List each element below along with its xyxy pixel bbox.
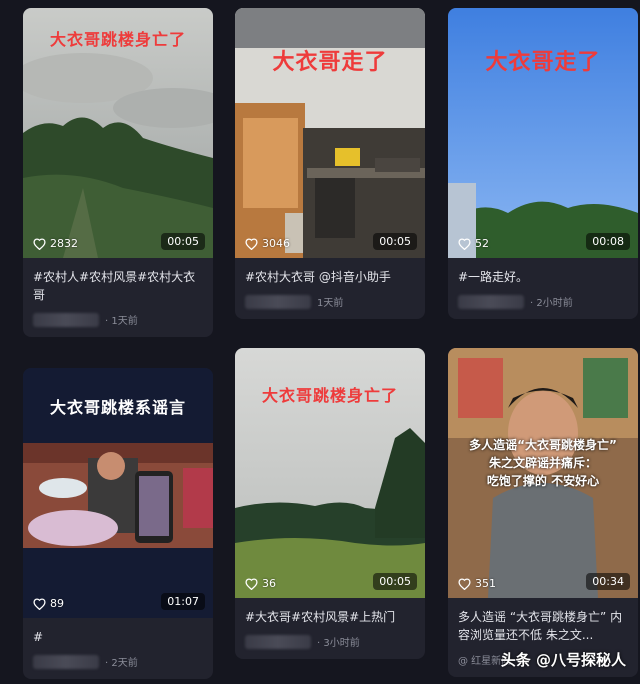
- toutiao-watermark: 头条 @八号探秘人: [500, 651, 626, 669]
- video-thumbnail[interactable]: 大衣哥跳楼身亡了 2832 00:05: [23, 8, 213, 258]
- author-name-blurred[interactable]: [245, 634, 311, 649]
- like-count: 52: [458, 237, 489, 250]
- author-name-blurred[interactable]: [33, 312, 99, 327]
- video-meta: · 1天前: [23, 304, 213, 337]
- video-duration: 00:05: [373, 573, 417, 590]
- like-count-value: 52: [475, 237, 489, 250]
- video-thumbnail[interactable]: 大衣哥走了 3046 00:05: [235, 8, 425, 258]
- thumbnail-headline: 多人造谣“大衣哥跳楼身亡” 朱之文辟谣并痛斥： 吃饱了撑的 不安好心: [448, 436, 638, 490]
- heart-icon: [245, 237, 258, 250]
- heart-icon: [245, 577, 258, 590]
- like-count: 3046: [245, 237, 290, 250]
- like-count: 36: [245, 577, 276, 590]
- thumbnail-title-text: 大衣哥走了: [272, 50, 388, 75]
- video-thumbnail[interactable]: 大衣哥跳楼系谣言 89 01:07: [23, 368, 213, 618]
- video-grid-page: 大衣哥跳楼身亡了 2832 00:05 #农村人#农村风景#农村大衣哥 · 1天…: [0, 0, 640, 684]
- video-card[interactable]: 多人造谣“大衣哥跳楼身亡” 朱之文辟谣并痛斥： 吃饱了撑的 不安好心 351 0…: [448, 348, 638, 677]
- publish-time: · 2天前: [105, 658, 138, 669]
- video-duration: 00:05: [161, 233, 205, 250]
- video-meta: · 2天前: [23, 646, 213, 679]
- author-name-blurred[interactable]: [245, 294, 311, 309]
- publish-time: 1天前: [317, 298, 344, 309]
- video-card[interactable]: 大衣哥走了 3046 00:05 #农村大衣哥 @抖音小助手 1天前: [235, 8, 425, 319]
- video-duration: 00:08: [586, 233, 630, 250]
- video-duration: 00:34: [586, 573, 630, 590]
- like-count-value: 3046: [262, 237, 290, 250]
- heart-icon: [458, 237, 471, 250]
- video-thumbnail[interactable]: 多人造谣“大衣哥跳楼身亡” 朱之文辟谣并痛斥： 吃饱了撑的 不安好心 351 0…: [448, 348, 638, 598]
- heart-icon: [33, 597, 46, 610]
- like-count-value: 2832: [50, 237, 78, 250]
- video-duration: 00:05: [373, 233, 417, 250]
- video-card[interactable]: 大衣哥跳楼身亡了 2832 00:05 #农村人#农村风景#农村大衣哥 · 1天…: [23, 8, 213, 337]
- video-card[interactable]: 大衣哥跳楼系谣言 89 01:07 # · 2天前: [23, 368, 213, 679]
- publish-time: · 2小时前: [530, 298, 573, 309]
- thumbnail-title-text: 大衣哥跳楼身亡了: [49, 30, 186, 49]
- video-caption[interactable]: #: [23, 618, 213, 646]
- video-meta: 1天前: [235, 286, 425, 319]
- publish-time: · 1天前: [105, 316, 138, 327]
- video-caption[interactable]: #农村大衣哥 @抖音小助手: [235, 258, 425, 286]
- like-count-value: 351: [475, 577, 496, 590]
- like-count: 89: [33, 597, 64, 610]
- video-duration: 01:07: [161, 593, 205, 610]
- video-meta: · 3小时前: [235, 626, 425, 659]
- video-thumbnail[interactable]: 大衣哥跳楼身亡了 36 00:05: [235, 348, 425, 598]
- video-thumbnail[interactable]: 大衣哥走了 52 00:08: [448, 8, 638, 258]
- heart-icon: [33, 237, 46, 250]
- like-count-value: 89: [50, 597, 64, 610]
- video-card[interactable]: 大衣哥跳楼身亡了 36 00:05 #大衣哥#农村风景#上热门 · 3小时前: [235, 348, 425, 659]
- thumbnail-title-text: 大衣哥走了: [485, 50, 601, 75]
- like-count-value: 36: [262, 577, 276, 590]
- publish-time: · 3小时前: [317, 638, 360, 649]
- video-card[interactable]: 大衣哥走了 52 00:08 #一路走好。 · 2小时前: [448, 8, 638, 319]
- author-name-blurred[interactable]: [458, 294, 524, 309]
- thumbnail-title-text: 大衣哥跳楼系谣言: [49, 398, 186, 417]
- like-count: 2832: [33, 237, 78, 250]
- video-meta: · 2小时前: [448, 286, 638, 319]
- like-count: 351: [458, 577, 496, 590]
- headline-line: 多人造谣“大衣哥跳楼身亡”: [469, 438, 617, 452]
- headline-line: 朱之文辟谣并痛斥：: [488, 456, 597, 470]
- video-caption[interactable]: #农村人#农村风景#农村大衣哥: [23, 258, 213, 304]
- video-caption[interactable]: #大衣哥#农村风景#上热门: [235, 598, 425, 626]
- thumbnail-title-text: 大衣哥跳楼身亡了: [261, 386, 398, 405]
- heart-icon: [458, 577, 471, 590]
- video-caption[interactable]: #一路走好。: [448, 258, 638, 286]
- author-name-blurred[interactable]: [33, 654, 99, 669]
- headline-line: 吃饱了撑的 不安好心: [486, 474, 600, 488]
- video-caption[interactable]: 多人造谣 “大衣哥跳楼身亡” 内容浏览量还不低 朱之文...: [448, 598, 638, 644]
